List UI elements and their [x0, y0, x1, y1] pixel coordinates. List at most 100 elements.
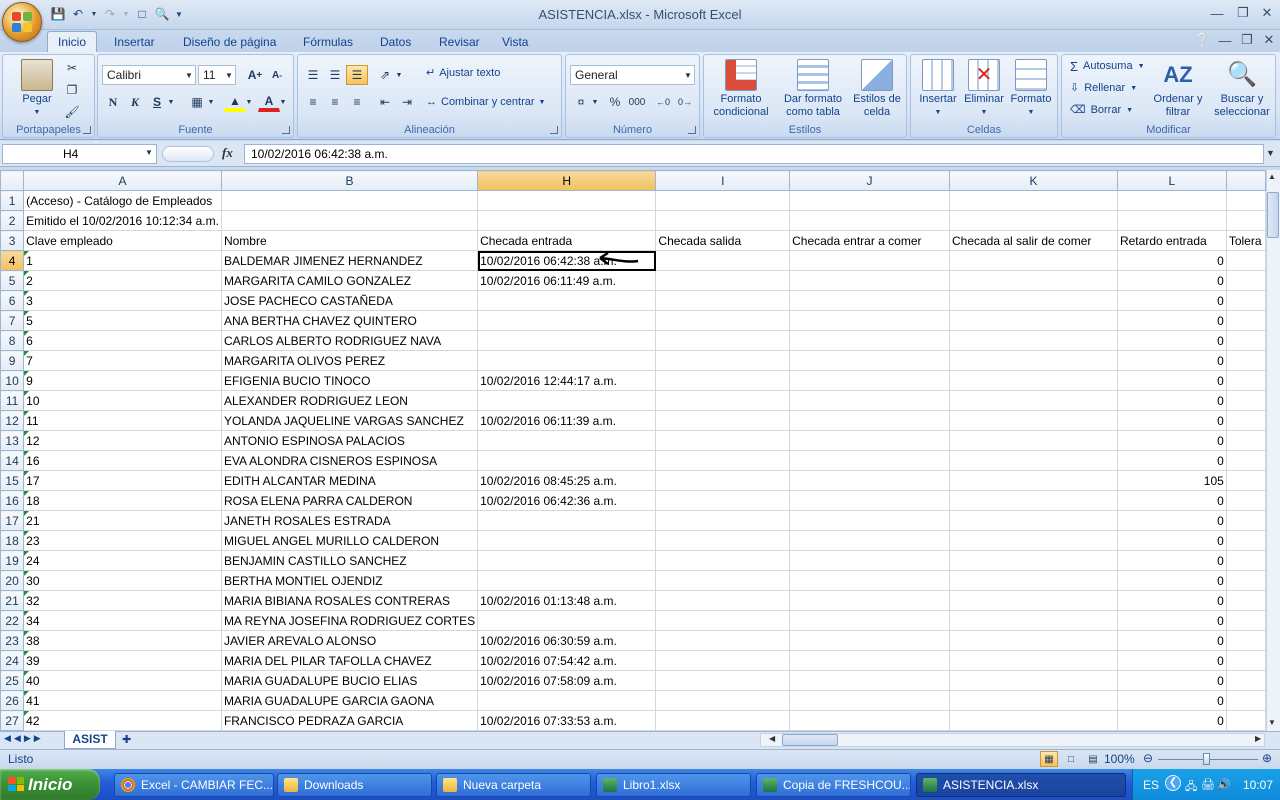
cell-j[interactable]	[789, 630, 950, 651]
cell-b[interactable]: MARIA GUADALUPE BUCIO ELIAS	[220, 670, 479, 691]
cell-l[interactable]: 0	[1116, 630, 1227, 651]
cell-m[interactable]	[1225, 570, 1266, 591]
tray-expand-icon[interactable]: ❮	[1165, 775, 1181, 791]
orientation-icon[interactable]: ⇗	[374, 65, 396, 85]
cell-j[interactable]	[789, 690, 950, 711]
cell-a[interactable]: 1	[23, 250, 222, 271]
cell-j[interactable]	[789, 310, 950, 331]
normal-view-icon[interactable]: ▦	[1040, 751, 1058, 767]
fill-color-dropdown-icon[interactable]: ▼	[244, 92, 254, 112]
cell-m[interactable]	[1225, 630, 1266, 651]
cell-h[interactable]: 10/02/2016 06:11:49 a.m.	[477, 270, 657, 291]
cell-a[interactable]: 12	[23, 430, 222, 451]
wrap-text-button[interactable]: ↵ Ajustar texto	[426, 67, 500, 80]
cell-k[interactable]	[948, 670, 1118, 691]
cell-h[interactable]: 10/02/2016 12:44:17 a.m.	[477, 370, 657, 391]
cell-a[interactable]: 11	[23, 410, 222, 431]
close-window-icon[interactable]: ✕	[1256, 4, 1278, 22]
cell-h[interactable]	[477, 350, 657, 371]
cell-l[interactable]: Retardo entrada	[1116, 230, 1227, 251]
scroll-up-icon[interactable]: ▲	[1268, 172, 1276, 181]
page-layout-view-icon[interactable]: □	[1062, 751, 1080, 767]
cell-j[interactable]	[789, 190, 950, 211]
cell-a[interactable]: 17	[23, 470, 222, 491]
row-header[interactable]: 15	[0, 470, 25, 491]
workbook-minimize-icon[interactable]: —	[1214, 31, 1236, 49]
row-header[interactable]: 12	[0, 410, 25, 431]
scroll-left-icon[interactable]: ◀	[769, 734, 775, 743]
cell-i[interactable]	[655, 510, 791, 531]
cell-m[interactable]	[1225, 550, 1266, 571]
cell-h[interactable]	[477, 450, 657, 471]
cell-j[interactable]	[789, 490, 950, 511]
cell-l[interactable]: 0	[1116, 370, 1227, 391]
cell-j[interactable]	[789, 650, 950, 671]
column-header-a[interactable]: A	[23, 170, 222, 191]
tab-datos[interactable]: Datos	[370, 31, 421, 52]
cell-l[interactable]: 0	[1116, 310, 1227, 331]
language-indicator[interactable]: ES	[1143, 778, 1159, 792]
cell-a[interactable]: Clave empleado	[23, 230, 222, 251]
borders-icon[interactable]: ▦	[186, 92, 208, 112]
taskbar-item-libro1[interactable]: Libro1.xlsx	[596, 773, 751, 797]
cell-k[interactable]	[948, 410, 1118, 431]
cell-k[interactable]	[948, 390, 1118, 411]
cell-b[interactable]: MIGUEL ANGEL MURILLO CALDERON	[220, 530, 479, 551]
cell-a[interactable]: (Acceso) - Catálogo de Empleados	[23, 190, 222, 211]
row-header[interactable]: 22	[0, 610, 25, 631]
cell-k[interactable]	[948, 190, 1118, 211]
row-header[interactable]: 27	[0, 710, 25, 731]
scroll-right-icon[interactable]: ▶	[1255, 734, 1261, 743]
cell-b[interactable]: MARIA BIBIANA ROSALES CONTRERAS	[220, 590, 479, 611]
cell-l[interactable]: 0	[1116, 710, 1227, 731]
row-header[interactable]: 5	[0, 270, 25, 291]
row-header[interactable]: 26	[0, 690, 25, 711]
zoom-in-icon[interactable]: ⊕	[1262, 751, 1272, 765]
cell-m[interactable]	[1225, 610, 1266, 631]
cell-h[interactable]	[477, 690, 657, 711]
delete-cells-button[interactable]: ✕ Eliminar ▼	[961, 59, 1007, 119]
expand-formula-bar-icon[interactable]: ▼	[1266, 148, 1275, 158]
cell-h[interactable]: 10/02/2016 08:45:25 a.m.	[477, 470, 657, 491]
cell-m[interactable]	[1225, 290, 1266, 311]
scroll-down-icon[interactable]: ▼	[1268, 718, 1276, 727]
select-all-corner[interactable]	[0, 170, 25, 191]
row-header[interactable]: 4	[0, 250, 25, 271]
cell-i[interactable]	[655, 690, 791, 711]
page-break-view-icon[interactable]: ▤	[1084, 751, 1102, 767]
cell-j[interactable]	[789, 390, 950, 411]
row-header[interactable]: 7	[0, 310, 25, 331]
cell-a[interactable]: Emitido el 10/02/2016 10:12:34 a.m.	[23, 210, 222, 231]
name-box[interactable]: H4	[2, 144, 157, 164]
cell-b[interactable]: ALEXANDER RODRIGUEZ LEON	[220, 390, 479, 411]
cell-h[interactable]	[477, 330, 657, 351]
cell-styles-button[interactable]: Estilos de celda	[850, 59, 904, 119]
cell-i[interactable]	[655, 370, 791, 391]
borders-dropdown-icon[interactable]: ▼	[206, 92, 216, 112]
cell-h[interactable]	[477, 550, 657, 571]
italic-button[interactable]: K	[124, 92, 146, 112]
cell-b[interactable]: JANETH ROSALES ESTRADA	[220, 510, 479, 531]
cell-k[interactable]	[948, 510, 1118, 531]
copy-icon[interactable]: ❐	[61, 80, 83, 100]
find-select-button[interactable]: 🔍 Buscar y seleccionar	[1210, 59, 1274, 119]
cell-j[interactable]	[789, 450, 950, 471]
cell-b[interactable]: FRANCISCO PEDRAZA GARCIA	[220, 710, 479, 731]
fill-button[interactable]: ⇩ Rellenar ▼	[1070, 82, 1137, 95]
decrease-decimal-icon[interactable]: 0→	[674, 92, 696, 112]
cell-i[interactable]	[655, 470, 791, 491]
cell-b[interactable]: CARLOS ALBERTO RODRIGUEZ NAVA	[220, 330, 479, 351]
cell-a[interactable]: 10	[23, 390, 222, 411]
cell-a[interactable]: 30	[23, 570, 222, 591]
cell-b[interactable]: MARIA DEL PILAR TAFOLLA CHAVEZ	[220, 650, 479, 671]
cell-j[interactable]	[789, 250, 950, 271]
cell-b[interactable]: BERTHA MONTIEL OJENDIZ	[220, 570, 479, 591]
cell-a[interactable]: 32	[23, 590, 222, 611]
cell-m[interactable]	[1225, 250, 1266, 271]
cell-h[interactable]	[477, 190, 657, 211]
cell-m[interactable]	[1225, 650, 1266, 671]
taskbar-item-nueva-carpeta[interactable]: Nueva carpeta	[436, 773, 591, 797]
cell-m[interactable]	[1225, 690, 1266, 711]
cell-i[interactable]	[655, 530, 791, 551]
tab-diseno-pagina[interactable]: Diseño de página	[173, 31, 286, 52]
